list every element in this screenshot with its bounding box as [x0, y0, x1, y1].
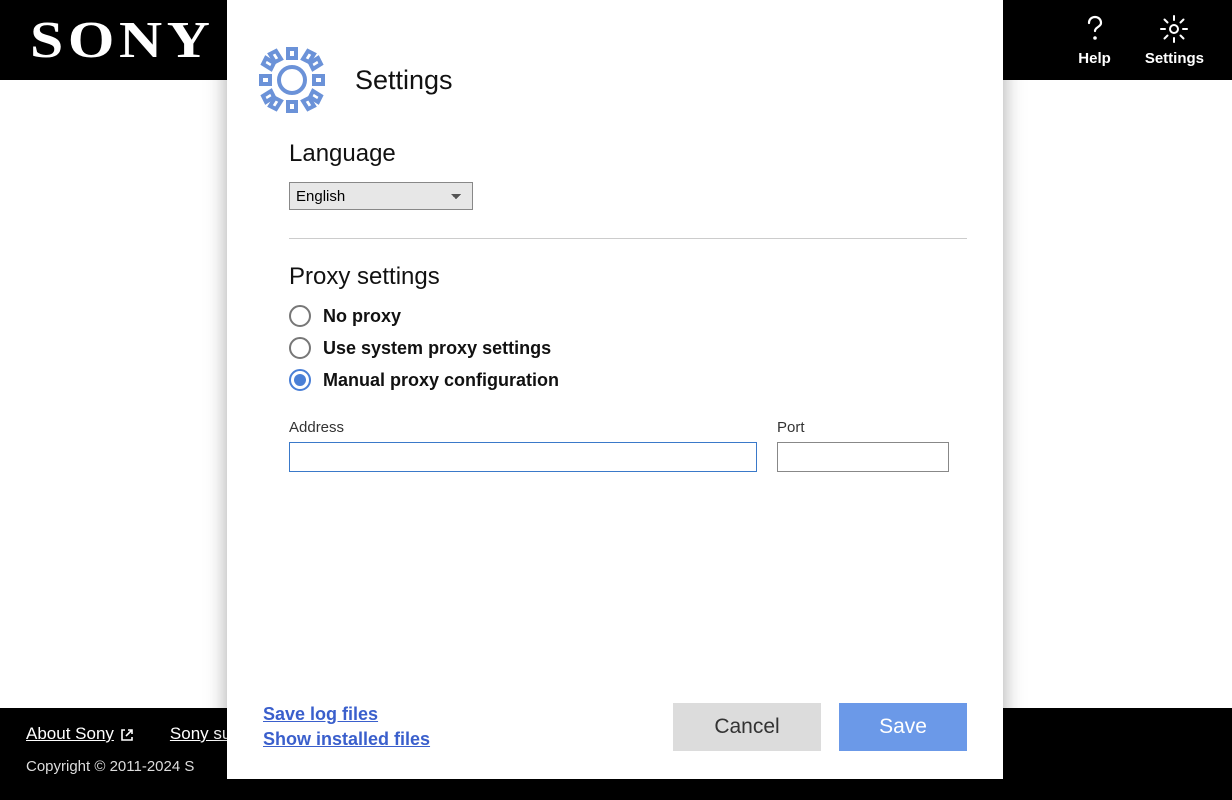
- footer-link-about[interactable]: About Sony: [26, 724, 134, 744]
- port-field: Port: [777, 419, 949, 472]
- port-input[interactable]: [777, 442, 949, 472]
- language-section-label: Language: [289, 140, 967, 168]
- language-select[interactable]: English: [289, 182, 473, 210]
- footer-link-support-label: Sony su: [170, 724, 231, 744]
- radio-manual-proxy-label: Manual proxy configuration: [323, 370, 559, 391]
- section-divider: [289, 238, 967, 239]
- footer-link-support[interactable]: Sony su: [170, 724, 231, 744]
- proxy-address-port-row: Address Port: [289, 419, 967, 472]
- dialog-title: Settings: [355, 65, 453, 96]
- nav-settings-label: Settings: [1145, 50, 1204, 67]
- radio-system-proxy-label: Use system proxy settings: [323, 338, 551, 359]
- port-label: Port: [777, 419, 949, 436]
- proxy-section-label: Proxy settings: [289, 263, 967, 291]
- link-show-installed-files[interactable]: Show installed files: [263, 729, 430, 750]
- dialog-footer-buttons: Cancel Save: [673, 703, 967, 751]
- save-button[interactable]: Save: [839, 703, 967, 751]
- help-icon: [1082, 14, 1108, 44]
- address-field: Address: [289, 419, 757, 472]
- external-link-icon: [120, 727, 134, 741]
- header-nav: Help Settings: [1078, 14, 1204, 67]
- dialog-header: Settings: [227, 0, 1003, 130]
- settings-dialog: Settings Language English Proxy settings…: [227, 0, 1003, 779]
- footer-link-about-label: About Sony: [26, 724, 114, 744]
- radio-indicator: [289, 305, 311, 327]
- link-save-log-files[interactable]: Save log files: [263, 704, 430, 725]
- dialog-body: Language English Proxy settings No proxy…: [227, 130, 1003, 703]
- address-input[interactable]: [289, 442, 757, 472]
- radio-no-proxy-label: No proxy: [323, 306, 401, 327]
- nav-help[interactable]: Help: [1078, 14, 1111, 67]
- radio-no-proxy[interactable]: No proxy: [289, 305, 967, 327]
- nav-help-label: Help: [1078, 50, 1111, 67]
- cancel-button[interactable]: Cancel: [673, 703, 821, 751]
- radio-system-proxy[interactable]: Use system proxy settings: [289, 337, 967, 359]
- gear-icon: [1160, 14, 1188, 44]
- gear-icon: [255, 43, 329, 117]
- dialog-footer: Save log files Show installed files Canc…: [227, 703, 1003, 779]
- dialog-footer-links: Save log files Show installed files: [263, 704, 430, 750]
- brand-logo: SONY: [30, 11, 215, 70]
- radio-manual-proxy[interactable]: Manual proxy configuration: [289, 369, 967, 391]
- address-label: Address: [289, 419, 757, 436]
- radio-dot: [294, 374, 306, 386]
- nav-settings[interactable]: Settings: [1145, 14, 1204, 67]
- proxy-radio-group: No proxy Use system proxy settings Manua…: [289, 305, 967, 391]
- radio-indicator: [289, 369, 311, 391]
- radio-indicator: [289, 337, 311, 359]
